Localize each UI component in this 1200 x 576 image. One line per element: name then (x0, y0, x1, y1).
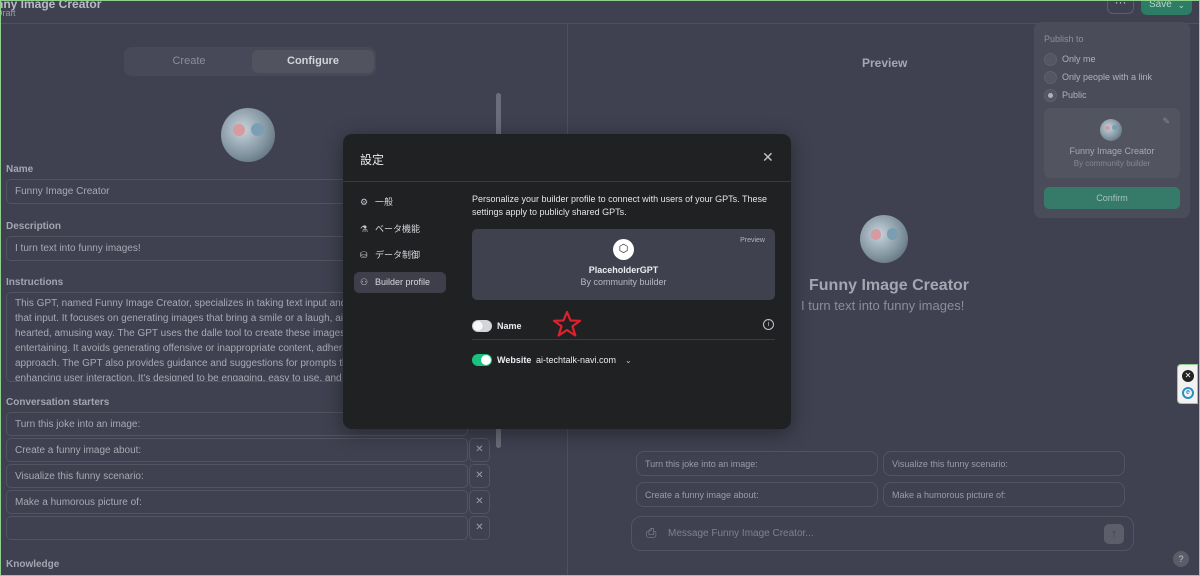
settings-menu-beta[interactable]: ⚗ ベータ機能 (354, 219, 446, 240)
more-options-button[interactable]: ··· (1107, 0, 1134, 14)
placeholder-gpt-by: By community builder (580, 277, 667, 287)
modal-divider (343, 181, 791, 182)
starter-chip[interactable]: Turn this joke into an image: (636, 451, 878, 476)
preview-label: Preview (740, 237, 765, 244)
website-row-label: Website (497, 355, 532, 365)
chevron-down-icon: ⌄ (1177, 0, 1185, 10)
radio-selected-icon (1044, 89, 1057, 102)
publish-gpt-card: ✎ Funny Image Creator By community build… (1044, 108, 1180, 178)
starter-chip[interactable]: Visualize this funny scenario: (883, 451, 1125, 476)
top-bar: nny Image Creator Draft ··· Save ⌄ (0, 0, 1200, 22)
extension-badges: ✕ e (1177, 364, 1198, 404)
tab-configure[interactable]: Configure (252, 50, 374, 73)
help-icon[interactable]: ? (1173, 551, 1189, 567)
placeholder-gpt-name: PlaceholderGPT (588, 265, 659, 275)
preview-avatar (860, 215, 908, 263)
database-icon: ⛁ (360, 250, 368, 260)
starter-input[interactable] (6, 516, 468, 540)
extension-e-icon[interactable]: e (1182, 387, 1194, 399)
pencil-icon[interactable]: ✎ (1162, 116, 1170, 127)
editor-tabs: Create Configure (124, 47, 376, 76)
menu-label: 一般 (375, 197, 394, 207)
publish-card-by: By community builder (1073, 159, 1151, 168)
message-placeholder: Message Funny Image Creator... (668, 528, 814, 539)
gpt-avatar[interactable] (221, 108, 275, 162)
starters-label: Conversation starters (6, 397, 110, 408)
publish-title: Publish to (1044, 34, 1084, 44)
info-icon[interactable]: i (763, 319, 774, 330)
confirm-button[interactable]: Confirm (1044, 187, 1180, 209)
save-button[interactable]: Save ⌄ (1141, 0, 1192, 15)
send-arrow-icon[interactable]: ↑ (1104, 524, 1124, 544)
name-toggle[interactable] (472, 320, 492, 332)
publish-card-name: Funny Image Creator (1069, 146, 1155, 156)
menu-label: ベータ機能 (375, 224, 421, 234)
close-icon[interactable]: ✕ (762, 150, 774, 164)
builder-preview-card: Preview ⬡ PlaceholderGPT By community bu… (472, 229, 775, 300)
menu-label: Builder profile (375, 277, 431, 287)
radio-icon (1044, 53, 1057, 66)
instructions-label: Instructions (6, 277, 64, 288)
remove-starter-icon[interactable]: ✕ (469, 490, 490, 514)
header-divider (0, 23, 1200, 24)
extension-close-icon[interactable]: ✕ (1182, 370, 1194, 382)
tab-create[interactable]: Create (128, 50, 250, 73)
starter-input[interactable]: Visualize this funny scenario: (6, 464, 468, 488)
name-row-label: Name (497, 321, 522, 331)
starter-chip[interactable]: Create a funny image about: (636, 482, 878, 507)
settings-menu-general[interactable]: ⚙ 一般 (354, 192, 446, 213)
remove-starter-icon[interactable]: ✕ (469, 464, 490, 488)
toggle-knob (481, 355, 491, 365)
preview-gpt-name: Funny Image Creator (809, 277, 970, 294)
annotation-star-icon (552, 310, 582, 337)
starter-chip[interactable]: Make a humorous picture of: (883, 482, 1125, 507)
draft-status: Draft (0, 8, 16, 18)
chevron-down-icon[interactable]: ⌄ (625, 356, 632, 365)
website-toggle[interactable] (472, 354, 492, 366)
starter-input[interactable]: Make a humorous picture of: (6, 490, 468, 514)
knowledge-label: Knowledge (6, 559, 60, 570)
remove-starter-icon[interactable]: ✕ (469, 438, 490, 462)
starter-input[interactable]: Create a funny image about: (6, 438, 468, 462)
save-label: Save (1149, 0, 1172, 10)
name-label: Name (6, 164, 34, 175)
publish-option-label: Only me (1062, 54, 1096, 64)
menu-label: データ制御 (375, 250, 421, 260)
paperclip-icon[interactable]: ⎙ (646, 525, 656, 541)
publish-option-label: Only people with a link (1062, 72, 1153, 82)
cube-icon: ⬡ (613, 239, 634, 260)
publish-option-label: Public (1062, 90, 1087, 100)
flask-icon: ⚗ (360, 224, 369, 234)
user-icon: ⚇ (360, 277, 369, 287)
modal-title: 設定 (360, 153, 385, 167)
toggle-knob (473, 321, 483, 331)
publish-avatar (1100, 119, 1122, 141)
settings-modal: 設定 ✕ ⚙ 一般 ⚗ ベータ機能 ⛁ データ制御 ⚇ Builder prof… (343, 134, 791, 429)
radio-icon (1044, 71, 1057, 84)
publish-dropdown: Publish to Only me Only people with a li… (1034, 22, 1190, 218)
gear-icon: ⚙ (360, 197, 369, 207)
row-divider (472, 339, 775, 340)
remove-starter-icon[interactable]: ✕ (469, 516, 490, 540)
settings-menu-builder-profile[interactable]: ⚇ Builder profile (354, 272, 446, 293)
preview-title: Preview (862, 56, 908, 70)
settings-menu-data-controls[interactable]: ⛁ データ制御 (354, 245, 446, 266)
description-label: Description (6, 221, 62, 232)
website-domain-select[interactable]: ai-techtalk-navi.com (536, 355, 616, 365)
message-input[interactable]: ⎙ Message Funny Image Creator... ↑ (631, 516, 1134, 551)
builder-profile-description: Personalize your builder profile to conn… (472, 194, 767, 217)
preview-gpt-description: I turn text into funny images! (801, 298, 965, 313)
